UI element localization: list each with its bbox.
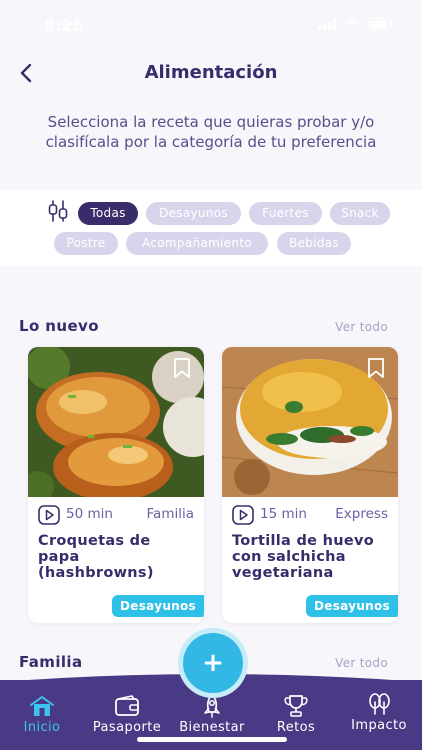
- status-time: 8:26: [44, 16, 84, 35]
- status-icons: [318, 18, 392, 30]
- add-button[interactable]: +: [178, 628, 248, 698]
- filter-chip-acompanamiento[interactable]: Acompañamiento: [126, 232, 268, 255]
- recipe-tag: Desayunos: [306, 595, 398, 617]
- trees-icon: [369, 693, 390, 715]
- filter-chip-bebidas[interactable]: Bebidas: [277, 232, 351, 255]
- play-icon: [232, 505, 254, 525]
- bookmark-icon[interactable]: [172, 357, 192, 379]
- duration-text: 15 min: [260, 506, 307, 522]
- play-icon: [38, 505, 60, 525]
- sliders-icon[interactable]: [46, 200, 70, 222]
- home-indicator: [137, 737, 287, 742]
- home-icon: [30, 696, 54, 716]
- nav-item-impacto[interactable]: Impacto: [344, 692, 414, 733]
- nav-item-inicio[interactable]: Inicio: [14, 694, 70, 735]
- nav-label: Inicio: [23, 720, 61, 735]
- filter-chip-desayunos[interactable]: Desayunos: [146, 202, 241, 225]
- wifi-icon: [344, 18, 360, 30]
- nav-item-bienestar[interactable]: Bienestar: [174, 694, 250, 735]
- card-meta: 15 min Express: [232, 505, 388, 525]
- page-title: Alimentación: [144, 62, 278, 83]
- nav-label: Bienestar: [179, 720, 245, 735]
- bookmark-icon[interactable]: [366, 357, 386, 379]
- section-title-lo-nuevo: Lo nuevo: [19, 317, 99, 335]
- filter-chip-snack[interactable]: Snack: [330, 202, 390, 225]
- category-filter-bar: Todas Desayunos Fuertes Snack Postre Aco…: [0, 190, 422, 266]
- nav-item-pasaporte[interactable]: Pasaporte: [88, 694, 166, 735]
- card-meta: 50 min Familia: [38, 505, 194, 525]
- duration-text: 50 min: [66, 506, 113, 522]
- recipe-title: Croquetas de papa (hashbrowns): [38, 533, 154, 581]
- signal-icon: [318, 18, 336, 30]
- battery-icon: [368, 18, 392, 30]
- category-text: Familia: [146, 506, 194, 522]
- nav-label: Retos: [276, 720, 316, 735]
- intro-text: Selecciona la receta que quieras probar …: [45, 113, 377, 151]
- recipe-title: Tortilla de huevo con salchicha vegetari…: [232, 533, 375, 581]
- trophy-icon: [284, 695, 308, 717]
- see-all-lo-nuevo[interactable]: Ver todo: [335, 320, 388, 334]
- nav-item-retos[interactable]: Retos: [268, 694, 324, 735]
- filter-chip-todas[interactable]: Todas: [78, 202, 138, 225]
- nav-label: Impacto: [351, 718, 407, 733]
- wallet-icon: [115, 695, 139, 716]
- category-text: Express: [335, 506, 388, 522]
- filter-chip-postre[interactable]: Postre: [54, 232, 118, 255]
- plus-icon: +: [202, 648, 224, 678]
- status-bar: 8:26: [0, 0, 422, 44]
- recipe-card[interactable]: 50 min Familia Croquetas de papa (hashbr…: [28, 347, 204, 623]
- recipe-card[interactable]: 15 min Express Tortilla de huevo con sal…: [222, 347, 398, 623]
- recipe-tag: Desayunos: [112, 595, 204, 617]
- add-button-circle[interactable]: +: [183, 633, 243, 693]
- nav-label: Pasaporte: [92, 720, 162, 735]
- filter-chip-fuertes[interactable]: Fuertes: [249, 202, 322, 225]
- header: Alimentación: [0, 56, 422, 90]
